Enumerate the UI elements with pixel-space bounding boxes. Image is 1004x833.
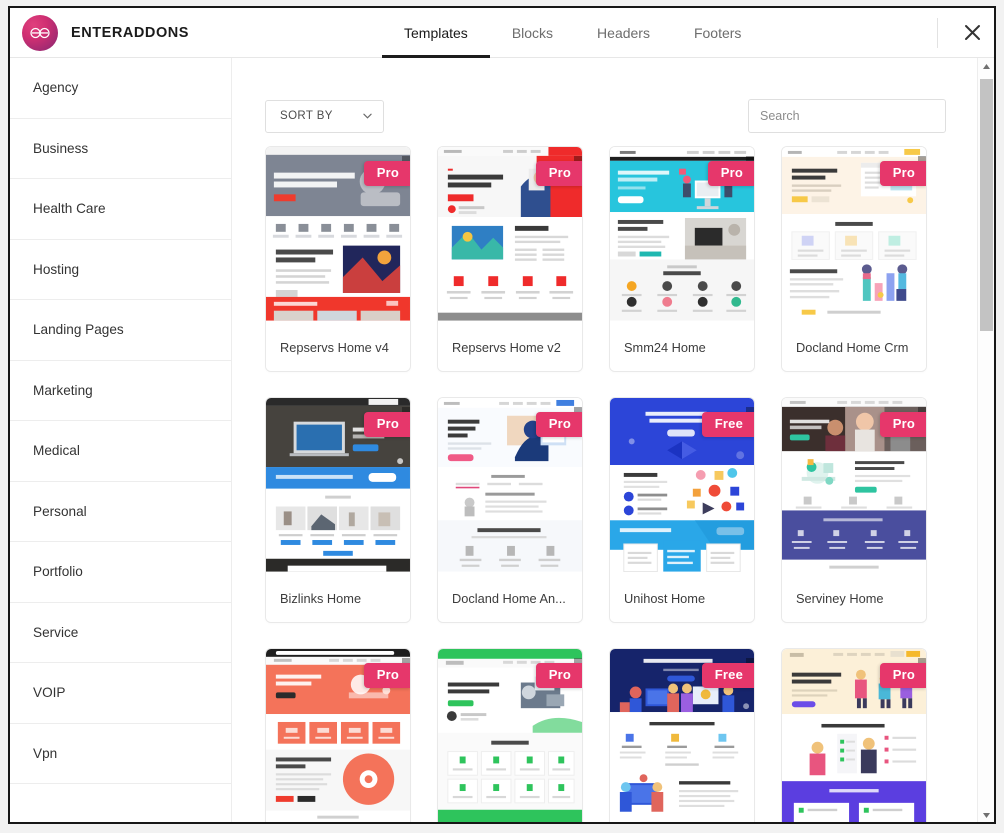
template-thumbnail: Pro (438, 147, 582, 323)
sort-by-label: SORT BY (280, 110, 333, 122)
body: Agency Business Health Care Hosting Land… (10, 58, 994, 822)
template-card[interactable]: Pro Docland Home An... (437, 397, 583, 623)
sidebar-item-business[interactable]: Business (10, 118, 231, 179)
tab-blocks[interactable]: Blocks (490, 8, 575, 58)
status-badge: Pro (879, 156, 926, 186)
status-badge: Pro (363, 658, 410, 688)
template-title: Bizlinks Home (266, 574, 410, 622)
status-badge: Pro (707, 156, 754, 186)
sidebar-item-portfolio[interactable]: Portfolio (10, 542, 231, 603)
sidebar-item-vpn[interactable]: Vpn (10, 723, 231, 784)
template-card[interactable]: Pro Smm24 Home (609, 146, 755, 372)
template-thumbnail: Pro (782, 147, 926, 323)
chevron-down-icon (363, 113, 372, 119)
status-badge: Pro (535, 407, 582, 437)
template-title: Repservs Home v4 (266, 323, 410, 371)
template-grid: Pro Repservs Home v4 Pro Repservs Home v… (232, 146, 994, 822)
template-card[interactable]: Pro Repservs Home v4 (265, 146, 411, 372)
scrollbar-thumb[interactable] (980, 79, 993, 331)
modal-window: ENTERADDONS Templates Blocks Headers Foo… (8, 6, 996, 824)
tab-templates[interactable]: Templates (382, 8, 490, 58)
template-card[interactable]: Free Unihost Home (609, 397, 755, 623)
status-badge: Pro (535, 156, 582, 186)
enteraddons-logo-icon (22, 14, 58, 51)
template-title: Serviney Home (782, 574, 926, 622)
template-card[interactable]: Pro Serviney Home (781, 397, 927, 623)
brand: ENTERADDONS (10, 14, 310, 51)
template-title: Docland Home An... (438, 574, 582, 622)
status-badge: Pro (363, 156, 410, 186)
brand-name: ENTERADDONS (71, 24, 190, 41)
template-card[interactable]: Free (609, 648, 755, 822)
status-badge: Pro (879, 658, 926, 688)
tab-headers[interactable]: Headers (575, 8, 672, 58)
scrollbar-track[interactable] (978, 75, 994, 807)
sidebar-item-hosting[interactable]: Hosting (10, 239, 231, 300)
sidebar-item-landing-pages[interactable]: Landing Pages (10, 300, 231, 361)
template-thumbnail: Pro (266, 147, 410, 323)
template-thumbnail: Free (610, 398, 754, 574)
template-thumbnail: Pro (610, 147, 754, 323)
template-thumbnail: Pro (782, 649, 926, 822)
template-thumbnail: Pro (438, 649, 582, 822)
template-thumbnail: Pro (782, 398, 926, 574)
template-card[interactable]: Pro (781, 648, 927, 822)
template-thumbnail: Free (610, 649, 754, 822)
template-title: Smm24 Home (610, 323, 754, 371)
close-icon (964, 25, 980, 40)
template-thumbnail: Pro (438, 398, 582, 574)
status-badge: Free (701, 658, 754, 688)
top-bar: ENTERADDONS Templates Blocks Headers Foo… (10, 8, 994, 58)
status-badge: Pro (535, 658, 582, 688)
sidebar-item-voip[interactable]: VOIP (10, 663, 231, 724)
status-badge: Pro (363, 407, 410, 437)
divider (937, 17, 938, 48)
scroll-down-arrow-icon[interactable] (978, 807, 994, 822)
template-card[interactable]: Pro (265, 648, 411, 822)
sort-by-select[interactable]: SORT BY (265, 99, 384, 133)
template-title: Unihost Home (610, 574, 754, 622)
sidebar-item-health-care[interactable]: Health Care (10, 179, 231, 240)
status-badge: Pro (879, 407, 926, 437)
template-title: Repservs Home v2 (438, 323, 582, 371)
template-card[interactable]: Pro Repservs Home v2 (437, 146, 583, 372)
main-content: SORT BY Search Pro Repservs Home v4 Pro … (232, 58, 994, 822)
status-badge: Free (701, 407, 754, 437)
template-title: Docland Home Crm (782, 323, 926, 371)
template-card[interactable]: Pro Docland Home Crm (781, 146, 927, 372)
close-button[interactable] (950, 8, 994, 58)
sidebar: Agency Business Health Care Hosting Land… (10, 58, 232, 822)
vertical-scrollbar[interactable] (977, 58, 994, 822)
sidebar-item-agency[interactable]: Agency (10, 58, 231, 119)
sidebar-item-marketing[interactable]: Marketing (10, 360, 231, 421)
sidebar-item-personal[interactable]: Personal (10, 481, 231, 542)
tab-footers[interactable]: Footers (672, 8, 763, 58)
nav-tabs: Templates Blocks Headers Footers (382, 8, 763, 58)
template-thumbnail: Pro (266, 649, 410, 822)
scroll-up-arrow-icon[interactable] (978, 58, 994, 75)
template-card[interactable]: Pro (437, 648, 583, 822)
sidebar-item-service[interactable]: Service (10, 602, 231, 663)
toolbar: SORT BY (232, 58, 994, 146)
search-input[interactable] (748, 99, 946, 133)
top-bar-right (937, 8, 994, 57)
template-card[interactable]: Pro Bizlinks Home (265, 397, 411, 623)
template-thumbnail: Pro (266, 398, 410, 574)
sidebar-item-medical[interactable]: Medical (10, 421, 231, 482)
